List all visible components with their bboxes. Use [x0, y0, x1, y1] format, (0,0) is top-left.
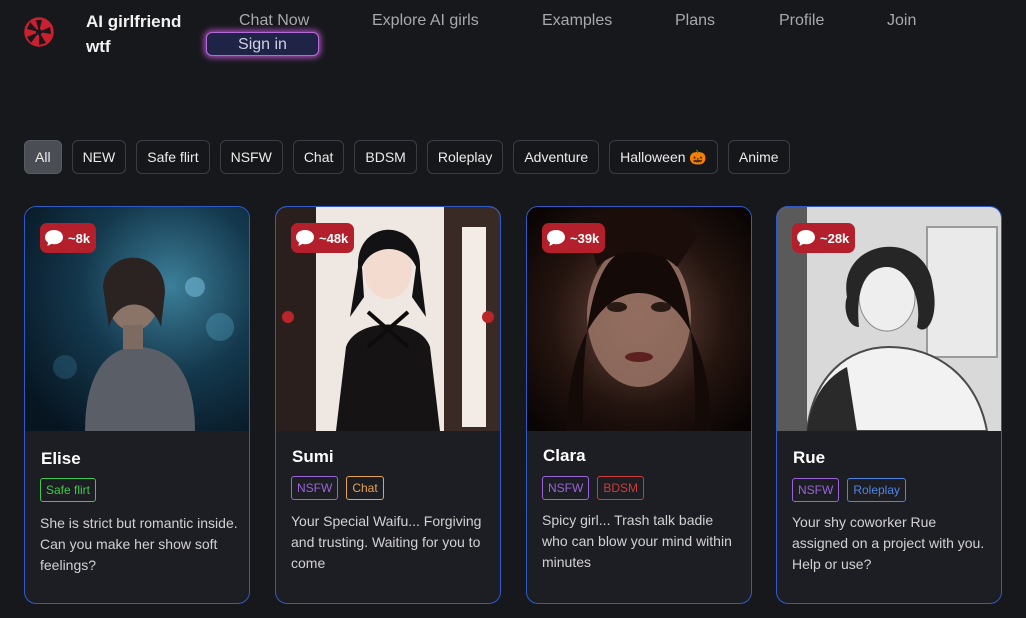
filter-roleplay[interactable]: Roleplay: [426, 140, 504, 174]
character-description: Your shy coworker Rue assigned on a proj…: [792, 514, 985, 572]
chat-bubble-icon: [296, 230, 314, 246]
chat-count-badge: ~48k: [291, 223, 355, 253]
filter-anime[interactable]: Anime: [727, 140, 790, 174]
sign-in-button[interactable]: Sign in: [206, 32, 319, 56]
filter-nsfw[interactable]: NSFW: [219, 140, 283, 174]
tag-nsfw[interactable]: NSFW: [542, 476, 590, 500]
tag-chat[interactable]: Chat: [346, 476, 384, 500]
tag-nsfw[interactable]: NSFW: [291, 476, 339, 500]
chat-bubble-icon: [797, 230, 815, 246]
page: AI girlfriend wtf Chat Now Explore AI gi…: [0, 0, 1026, 618]
filter-bdsm[interactable]: BDSM: [354, 140, 417, 174]
filter-safe-flirt[interactable]: Safe flirt: [136, 140, 210, 174]
nav-explore[interactable]: Explore AI girls: [372, 11, 479, 31]
tag-roleplay[interactable]: Roleplay: [847, 478, 907, 502]
character-name: Sumi: [292, 447, 334, 466]
chat-count: ~48k: [319, 230, 349, 246]
character-name: Elise: [41, 449, 81, 468]
character-card-elise[interactable]: ~8k Elise Safe flirt She is strict but r…: [24, 206, 250, 604]
tag-nsfw[interactable]: NSFW: [792, 478, 840, 502]
tag-safe-flirt[interactable]: Safe flirt: [40, 478, 97, 502]
nav-plans[interactable]: Plans: [675, 11, 715, 31]
chat-count: ~8k: [68, 230, 91, 246]
filter-chat[interactable]: Chat: [292, 140, 345, 174]
tag-list: NSFW Chat: [291, 476, 384, 500]
nav-chat-now[interactable]: Chat Now: [239, 11, 309, 31]
film-reel-icon[interactable]: [24, 17, 54, 47]
character-description: Your Special Waifu... Forgiving and trus…: [291, 513, 482, 571]
chat-bubble-icon: [547, 230, 565, 246]
character-name: Clara: [543, 446, 586, 465]
chat-count: ~39k: [570, 230, 600, 246]
chat-bubble-icon: [45, 230, 63, 246]
tag-bdsm[interactable]: BDSM: [597, 476, 644, 500]
nav-join[interactable]: Join: [887, 11, 916, 31]
filter-all[interactable]: All: [24, 140, 62, 174]
chat-count-badge: ~39k: [542, 223, 606, 253]
chat-count: ~28k: [820, 230, 850, 246]
chat-count-badge: ~8k: [40, 223, 97, 253]
character-card-rue[interactable]: ~28k Rue NSFW Roleplay Your shy coworker…: [776, 206, 1002, 604]
tag-list: Safe flirt: [40, 478, 97, 502]
brand-name[interactable]: AI girlfriend wtf: [86, 9, 206, 59]
character-card-clara[interactable]: ~39k Clara NSFW BDSM Spicy girl... Trash…: [526, 206, 752, 604]
filter-halloween[interactable]: Halloween 🎃: [609, 140, 718, 174]
tag-list: NSFW BDSM: [542, 476, 644, 500]
filter-bar: All NEW Safe flirt NSFW Chat BDSM Rolepl…: [24, 140, 790, 174]
filter-adventure[interactable]: Adventure: [513, 140, 600, 174]
nav-examples[interactable]: Examples: [542, 11, 612, 31]
character-card-sumi[interactable]: ~48k Sumi NSFW Chat Your Special Waifu..…: [275, 206, 501, 604]
chat-count-badge: ~28k: [792, 223, 856, 253]
nav-profile[interactable]: Profile: [779, 11, 824, 31]
tag-list: NSFW Roleplay: [792, 478, 907, 502]
character-description: She is strict but romantic inside. Can y…: [40, 515, 238, 573]
character-description: Spicy girl... Trash talk badie who can b…: [542, 512, 732, 570]
filter-new[interactable]: NEW: [71, 140, 127, 174]
character-name: Rue: [793, 448, 826, 467]
